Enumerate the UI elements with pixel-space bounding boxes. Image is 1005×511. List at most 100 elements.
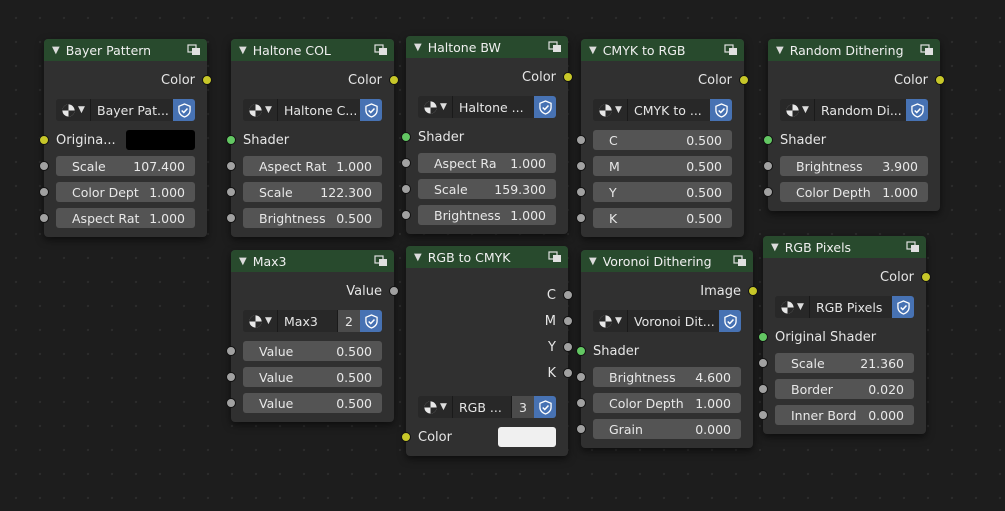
- node-header[interactable]: ▼ RGB to CMYK: [406, 246, 568, 268]
- user-count[interactable]: 3: [511, 396, 534, 418]
- node-group-name[interactable]: Bayer Pat...: [91, 99, 173, 121]
- node-header[interactable]: ▼ Voronoi Dithering: [581, 250, 753, 272]
- chevron-down-icon[interactable]: ▼: [589, 45, 597, 56]
- value-input-socket[interactable]: [401, 184, 411, 194]
- node-header[interactable]: ▼ Haltone BW: [406, 36, 568, 58]
- node-group-selector[interactable]: ▼ Haltone ...: [418, 96, 556, 118]
- aspect-ratio-field[interactable]: Aspect Ra 1.000: [418, 153, 556, 173]
- node-tree-icon[interactable]: ▼: [775, 296, 810, 318]
- node-group-name[interactable]: RGB Pixels: [810, 296, 892, 318]
- node-header[interactable]: ▼ Haltone COL: [231, 39, 394, 61]
- fake-user-shield-icon[interactable]: [534, 96, 556, 118]
- brightness-field[interactable]: Brightness 0.500: [243, 208, 382, 228]
- node-cmyk-to-rgb[interactable]: ▼ CMYK to RGB Color ▼ CMYK to ... C 0.50…: [576, 39, 749, 237]
- fake-user-shield-icon[interactable]: [719, 310, 741, 332]
- color-input-socket[interactable]: [401, 432, 411, 442]
- node-group-name[interactable]: Voronoi Dit...: [628, 310, 719, 332]
- c-output-socket[interactable]: [563, 290, 573, 300]
- node-group-name[interactable]: RGB ...: [453, 396, 511, 418]
- chevron-down-icon[interactable]: ▼: [52, 45, 60, 56]
- chevron-down-icon[interactable]: ▼: [589, 256, 597, 267]
- value-field[interactable]: Value 0.500: [243, 393, 382, 413]
- fake-user-shield-icon[interactable]: [710, 99, 732, 121]
- node-group-name[interactable]: Max3: [278, 310, 337, 332]
- node-group-icon[interactable]: [733, 255, 747, 267]
- value-input-socket[interactable]: [226, 213, 236, 223]
- fake-user-shield-icon[interactable]: [892, 296, 914, 318]
- node-group-icon[interactable]: [724, 44, 738, 56]
- m-field[interactable]: M 0.500: [593, 156, 732, 176]
- node-group-selector[interactable]: ▼ Haltone C...: [243, 99, 382, 121]
- value-input-socket[interactable]: [226, 346, 236, 356]
- chevron-down-icon[interactable]: ▼: [776, 45, 784, 56]
- value-input-socket[interactable]: [576, 213, 586, 223]
- chevron-down-icon[interactable]: ▼: [414, 42, 422, 53]
- node-group-selector[interactable]: ▼ Bayer Pat...: [56, 99, 195, 121]
- value-input-socket[interactable]: [758, 410, 768, 420]
- value-input-socket[interactable]: [576, 135, 586, 145]
- node-halftone-bw[interactable]: ▼ Haltone BW Color ▼ Haltone ... Shader …: [401, 36, 573, 234]
- inner-border-field[interactable]: Inner Bord 0.000: [775, 405, 914, 425]
- node-voronoi-dithering[interactable]: ▼ Voronoi Dithering Image ▼ Voronoi Dit.…: [576, 250, 758, 448]
- value-input-socket[interactable]: [226, 398, 236, 408]
- m-output-socket[interactable]: [563, 316, 573, 326]
- scale-field[interactable]: Scale 159.300: [418, 179, 556, 199]
- value-input-socket[interactable]: [576, 398, 586, 408]
- chevron-down-icon[interactable]: ▼: [414, 252, 422, 263]
- grain-field[interactable]: Grain 0.000: [593, 419, 741, 439]
- color-output-socket[interactable]: [935, 75, 945, 85]
- node-group-name[interactable]: CMYK to ...: [628, 99, 710, 121]
- color-output-socket[interactable]: [739, 75, 749, 85]
- fake-user-shield-icon[interactable]: [360, 99, 382, 121]
- chevron-down-icon[interactable]: ▼: [771, 242, 779, 253]
- color-output-socket[interactable]: [389, 75, 399, 85]
- fake-user-shield-icon[interactable]: [534, 396, 556, 418]
- node-group-icon[interactable]: [548, 41, 562, 53]
- node-tree-icon[interactable]: ▼: [418, 96, 453, 118]
- value-input-socket[interactable]: [758, 358, 768, 368]
- node-group-icon[interactable]: [374, 255, 388, 267]
- node-group-selector[interactable]: ▼ CMYK to ...: [593, 99, 732, 121]
- node-group-name[interactable]: Haltone ...: [453, 96, 534, 118]
- node-tree-icon[interactable]: ▼: [780, 99, 815, 121]
- k-output-socket[interactable]: [563, 368, 573, 378]
- color-input-socket[interactable]: [39, 135, 49, 145]
- y-output-socket[interactable]: [563, 342, 573, 352]
- value-input-socket[interactable]: [226, 187, 236, 197]
- value-input-socket[interactable]: [401, 158, 411, 168]
- brightness-field[interactable]: Brightness 3.900: [780, 156, 928, 176]
- node-group-icon[interactable]: [374, 44, 388, 56]
- aspect-ratio-field[interactable]: Aspect Rat 1.000: [56, 208, 195, 228]
- node-group-selector[interactable]: ▼ Max3 2: [243, 310, 382, 332]
- brightness-field[interactable]: Brightness 4.600: [593, 367, 741, 387]
- c-field[interactable]: C 0.500: [593, 130, 732, 150]
- node-group-selector[interactable]: ▼ RGB Pixels: [775, 296, 914, 318]
- value-input-socket[interactable]: [39, 161, 49, 171]
- border-field[interactable]: Border 0.020: [775, 379, 914, 399]
- node-halftone-col[interactable]: ▼ Haltone COL Color ▼ Haltone C... Shade…: [226, 39, 399, 237]
- shader-input-socket[interactable]: [226, 135, 236, 145]
- color-swatch-white[interactable]: [497, 427, 556, 447]
- shader-input-socket[interactable]: [758, 332, 768, 342]
- value-input-socket[interactable]: [758, 384, 768, 394]
- node-group-name[interactable]: Haltone C...: [278, 99, 360, 121]
- value-field[interactable]: Value 0.500: [243, 341, 382, 361]
- node-tree-icon[interactable]: ▼: [593, 99, 628, 121]
- value-input-socket[interactable]: [576, 424, 586, 434]
- k-field[interactable]: K 0.500: [593, 208, 732, 228]
- node-tree-icon[interactable]: ▼: [243, 99, 278, 121]
- node-group-selector[interactable]: ▼ Random Di...: [780, 99, 928, 121]
- node-group-selector[interactable]: ▼ Voronoi Dit...: [593, 310, 741, 332]
- scale-field[interactable]: Scale 21.360: [775, 353, 914, 373]
- scale-field[interactable]: Scale 122.300: [243, 182, 382, 202]
- color-output-socket[interactable]: [563, 72, 573, 82]
- node-group-name[interactable]: Random Di...: [815, 99, 906, 121]
- value-input-socket[interactable]: [226, 161, 236, 171]
- value-input-socket[interactable]: [763, 161, 773, 171]
- node-tree-icon[interactable]: ▼: [418, 396, 453, 418]
- color-output-socket[interactable]: [202, 75, 212, 85]
- value-input-socket[interactable]: [576, 187, 586, 197]
- value-input-socket[interactable]: [39, 187, 49, 197]
- node-tree-icon[interactable]: ▼: [243, 310, 278, 332]
- node-rgb-to-cmyk[interactable]: ▼ RGB to CMYK C M Y K ▼ RGB ... 3 Color: [401, 246, 573, 456]
